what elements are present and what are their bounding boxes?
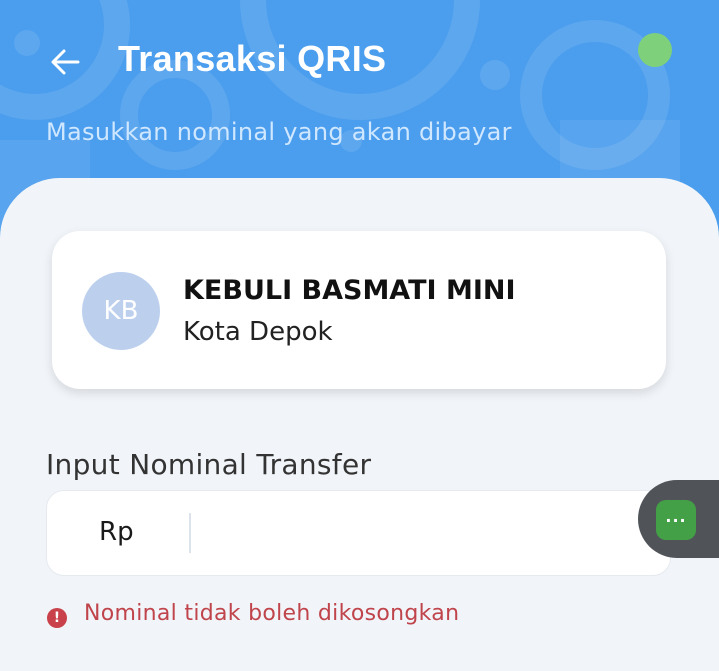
merchant-name: KEBULI BASMATI MINI: [183, 275, 516, 306]
amount-input[interactable]: [207, 505, 607, 561]
merchant-city: Kota Depok: [183, 317, 333, 347]
decorative-dot: [14, 30, 40, 56]
page-subtitle: Masukkan nominal yang akan dibayar: [46, 118, 512, 146]
amount-field[interactable]: Rp: [46, 490, 671, 576]
merchant-card: KB KEBULI BASMATI MINI Kota Depok: [52, 231, 666, 389]
chat-floating-button[interactable]: ···: [638, 480, 719, 558]
back-button[interactable]: [46, 40, 86, 84]
currency-prefix: Rp: [99, 517, 134, 547]
status-indicator: [638, 33, 672, 67]
error-message: Nominal tidak boleh dikosongkan: [84, 601, 460, 626]
amount-field-label: Input Nominal Transfer: [46, 448, 372, 481]
arrow-left-icon: [51, 49, 80, 75]
error-icon: !: [47, 608, 67, 628]
field-divider: [189, 513, 191, 553]
decorative-dot: [480, 60, 510, 90]
page-title: Transaksi QRIS: [118, 38, 387, 79]
chat-dots-icon[interactable]: ···: [656, 500, 696, 540]
merchant-avatar: KB: [82, 272, 160, 350]
